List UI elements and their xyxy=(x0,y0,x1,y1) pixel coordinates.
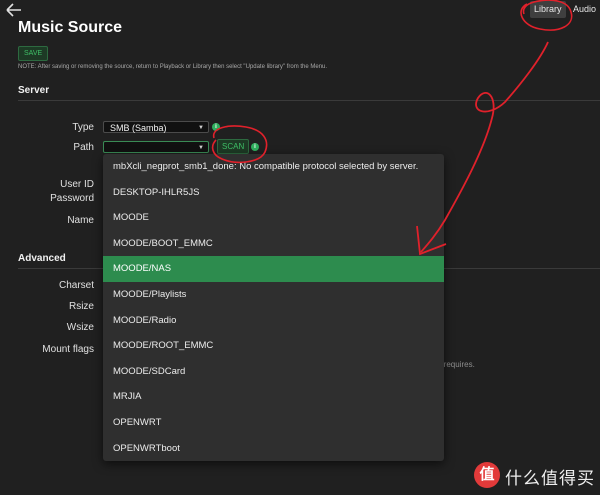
dropdown-option[interactable]: MOODE/SDCard xyxy=(103,359,444,385)
wsize-label: Wsize xyxy=(66,322,94,333)
tab-library[interactable]: Library xyxy=(530,1,566,18)
path-select[interactable]: ▼ xyxy=(103,141,209,153)
dropdown-option[interactable]: MOODE/Playlists xyxy=(103,282,444,308)
note-text: NOTE: After saving or removing the sourc… xyxy=(18,64,328,70)
dropdown-option[interactable]: MOODE/Radio xyxy=(103,308,444,334)
dropdown-option[interactable]: MOODE/ROOT_EMMC xyxy=(103,333,444,359)
dropdown-option[interactable]: MOODE/NAS xyxy=(103,256,444,282)
rsize-label: Rsize xyxy=(68,301,94,312)
tab-audio[interactable]: Audio xyxy=(569,1,600,18)
charset-label: Charset xyxy=(58,280,94,291)
dropdown-option[interactable]: DESKTOP-IHLR5JS xyxy=(103,180,444,206)
user-id-label: User ID xyxy=(60,179,94,190)
chevron-down-icon: ▼ xyxy=(198,145,204,151)
path-label: Path xyxy=(73,142,94,153)
section-title-server: Server xyxy=(18,85,50,96)
dropdown-option[interactable]: OPENWRT xyxy=(103,410,444,436)
watermark-text: 什么值得买 xyxy=(505,469,595,488)
dropdown-option[interactable]: MOODE/BOOT_EMMC xyxy=(103,231,444,257)
page-title: Music Source xyxy=(18,19,123,36)
dropdown-option[interactable]: mbXcli_negprot_smb1_done: No compatible … xyxy=(103,154,444,180)
info-icon[interactable]: i xyxy=(212,123,220,131)
chevron-down-icon: ▼ xyxy=(198,125,204,131)
password-label: Password xyxy=(50,193,94,204)
section-divider xyxy=(18,100,600,101)
dropdown-option[interactable]: MOODE xyxy=(103,205,444,231)
section-title-advanced: Advanced xyxy=(18,253,66,264)
dropdown-option[interactable]: OPENWRTboot xyxy=(103,436,444,461)
type-select[interactable]: SMB (Samba) ▼ xyxy=(103,121,209,133)
path-dropdown-list: mbXcli_negprot_smb1_done: No compatible … xyxy=(103,154,444,461)
watermark-logo: 值 xyxy=(474,462,500,488)
type-label: Type xyxy=(72,122,94,133)
back-arrow-icon[interactable] xyxy=(5,2,23,18)
type-select-value: SMB (Samba) xyxy=(110,123,167,133)
info-icon[interactable]: i xyxy=(251,143,259,151)
mount-flags-label: Mount flags xyxy=(42,344,94,355)
save-button[interactable]: SAVE xyxy=(18,46,49,61)
dropdown-option[interactable]: MRJIA xyxy=(103,384,444,410)
name-label: Name xyxy=(67,215,94,226)
scan-button[interactable]: SCAN xyxy=(217,139,250,154)
